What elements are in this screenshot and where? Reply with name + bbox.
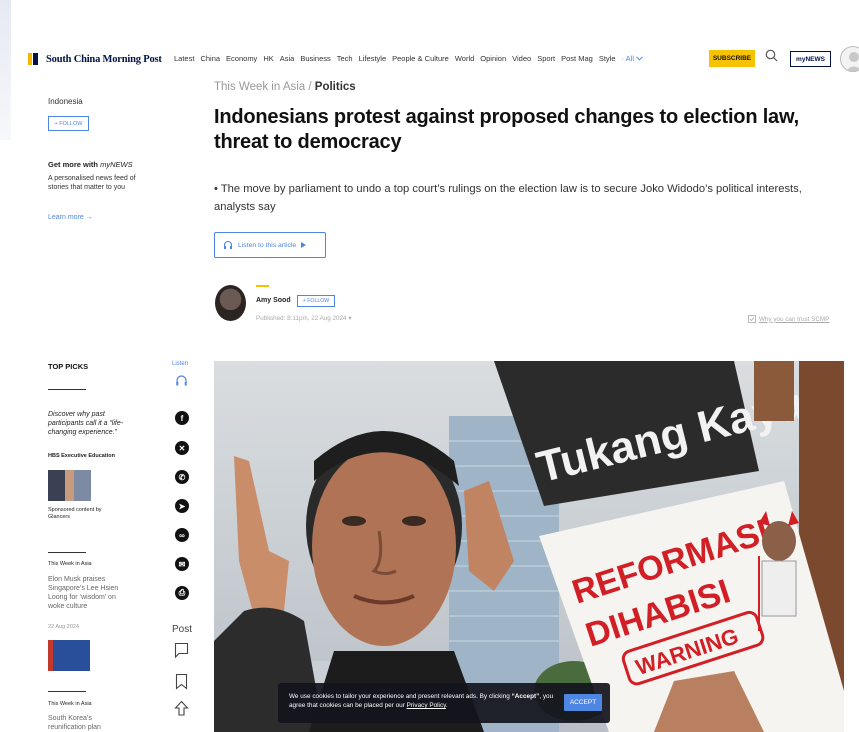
divider bbox=[48, 552, 86, 553]
mynews-promo-text: A personalised news feed of stories that… bbox=[48, 175, 136, 191]
published-text: Published: 8:11pm, 22 Aug 2024 bbox=[256, 315, 347, 322]
author-avatar[interactable] bbox=[215, 285, 246, 321]
nav-item[interactable]: Lifestyle bbox=[359, 54, 387, 63]
print-icon[interactable]: ⎙ bbox=[175, 586, 189, 600]
story-thumbnail[interactable] bbox=[48, 640, 90, 671]
nav-item[interactable]: Video bbox=[512, 54, 531, 63]
story-date: 22 Aug 2024 bbox=[48, 624, 79, 630]
listen-label: Listen to this article bbox=[238, 241, 297, 249]
follow-topic-button[interactable]: + FOLLOW bbox=[48, 116, 89, 131]
user-icon bbox=[845, 52, 859, 71]
nav-item[interactable]: Business bbox=[300, 54, 330, 63]
published-date: Published: 8:11pm, 22 Aug 2024 ▾ bbox=[256, 315, 351, 322]
sponsored-by: Glancers bbox=[48, 514, 71, 520]
trust-link-text: Why you can trust SCMP bbox=[759, 315, 830, 323]
promo-title-brand: myNEWS bbox=[100, 160, 133, 169]
cookie-accept-button[interactable]: ACCEPT bbox=[564, 694, 602, 711]
sponsored-label-text: Sponsored content by bbox=[48, 507, 102, 513]
nav-item[interactable]: Post Mag bbox=[561, 54, 593, 63]
chevron-down-icon bbox=[636, 56, 643, 61]
share-icon[interactable] bbox=[174, 700, 189, 717]
comment-icon[interactable] bbox=[174, 642, 189, 659]
sponsored-label: Sponsored content by Glancers bbox=[48, 507, 148, 521]
email-icon[interactable]: ✉ bbox=[175, 557, 189, 571]
cookie-text: We use cookies to tailor your experience… bbox=[289, 692, 557, 710]
mynews-button[interactable]: myNEWS bbox=[790, 51, 831, 67]
bookmark-icon[interactable] bbox=[174, 673, 189, 690]
sponsored-promo-text[interactable]: Discover why past participants call it a… bbox=[48, 410, 126, 437]
privacy-policy-link[interactable]: Privacy Policy bbox=[407, 702, 446, 709]
breadcrumb-section[interactable]: This Week in Asia bbox=[214, 81, 305, 93]
author-name[interactable]: Amy Sood bbox=[256, 297, 291, 304]
listen-side-label[interactable]: Listen bbox=[172, 361, 188, 367]
trust-link[interactable]: Why you can trust SCMP bbox=[748, 315, 829, 323]
user-account-button[interactable] bbox=[840, 46, 859, 72]
x-icon[interactable]: ✕ bbox=[175, 441, 189, 455]
nav-all-label: All bbox=[625, 54, 635, 63]
promo-title-prefix: Get more with bbox=[48, 160, 101, 169]
nav-item[interactable]: World bbox=[455, 54, 474, 63]
headphones-icon[interactable] bbox=[174, 372, 189, 389]
nav-item[interactable]: Asia bbox=[280, 54, 295, 63]
nav-item[interactable]: China bbox=[200, 54, 220, 63]
bullet-icon: • bbox=[214, 183, 221, 195]
nav-item[interactable]: Style bbox=[599, 54, 616, 63]
article-hero-image[interactable]: Tukang Kayu REFORMASI DIHABISI WARNING bbox=[214, 361, 844, 732]
author-accent-bar bbox=[256, 285, 269, 287]
cookie-text-1: We use cookies to tailor your experience… bbox=[289, 693, 512, 700]
divider bbox=[48, 691, 86, 692]
topic-name[interactable]: Indonesia bbox=[48, 97, 148, 106]
nav-item[interactable]: Latest bbox=[174, 54, 194, 63]
site-header: South China Morning Post Latest China Ec… bbox=[0, 44, 859, 76]
sponsor-name: HBS Executive Education bbox=[48, 453, 115, 459]
telegram-icon[interactable]: ➤ bbox=[175, 499, 189, 513]
nav-all-menu[interactable]: · All bbox=[622, 54, 644, 63]
nav-item[interactable]: Sport bbox=[537, 54, 555, 63]
protest-photo: Tukang Kayu REFORMASI DIHABISI WARNING bbox=[214, 361, 844, 732]
main-nav: Latest China Economy HK Asia Business Te… bbox=[174, 54, 643, 63]
article-headline: Indonesians protest against proposed cha… bbox=[214, 106, 799, 153]
cookie-text-end: . bbox=[445, 702, 448, 709]
shield-icon bbox=[748, 315, 756, 323]
subscribe-button[interactable]: SUBSCRIBE bbox=[709, 50, 755, 67]
nav-item[interactable]: HK bbox=[263, 54, 273, 63]
nav-item[interactable]: People & Culture bbox=[392, 54, 449, 63]
whatsapp-icon[interactable]: ✆ bbox=[175, 470, 189, 484]
breadcrumb-topic[interactable]: Politics bbox=[315, 81, 356, 93]
divider bbox=[48, 389, 86, 390]
mynews-promo-title: Get more with myNEWS bbox=[48, 160, 148, 169]
chevron-down-icon[interactable]: ▾ bbox=[348, 315, 351, 322]
link-icon[interactable]: ∞ bbox=[175, 528, 189, 542]
play-icon bbox=[301, 242, 307, 248]
breadcrumb-separator: / bbox=[305, 81, 315, 93]
nav-item[interactable]: Tech bbox=[337, 54, 353, 63]
search-button[interactable] bbox=[765, 49, 779, 67]
nav-dot-icon: · bbox=[621, 54, 625, 63]
headphones-icon bbox=[223, 240, 233, 249]
listen-to-article-button[interactable]: Listen to this article bbox=[214, 232, 326, 258]
search-icon bbox=[765, 49, 778, 62]
logo-mark-icon bbox=[28, 53, 38, 65]
site-logo[interactable]: South China Morning Post bbox=[28, 53, 162, 65]
article-summary: • The move by parliament to undo a top c… bbox=[214, 180, 844, 216]
breadcrumb: This Week in Asia / Politics bbox=[214, 81, 356, 93]
post-comments-label[interactable]: Post bbox=[172, 624, 192, 635]
story-section[interactable]: This Week in Asia bbox=[48, 561, 148, 567]
article-summary-text: The move by parliament to undo a top cou… bbox=[214, 183, 802, 213]
top-picks-title: TOP PICKS bbox=[48, 362, 89, 371]
cookie-text-accept: “Accept” bbox=[511, 693, 540, 700]
follow-author-button[interactable]: + FOLLOW bbox=[297, 295, 335, 307]
nav-item[interactable]: Economy bbox=[226, 54, 257, 63]
nav-item[interactable]: Opinion bbox=[480, 54, 506, 63]
logo-text: South China Morning Post bbox=[46, 53, 162, 65]
facebook-icon[interactable]: f bbox=[175, 411, 189, 425]
story-title[interactable]: Elon Musk praises Singapore’s Lee Hsien … bbox=[48, 575, 130, 611]
sponsored-thumbnail[interactable] bbox=[48, 470, 91, 501]
learn-more-link[interactable]: Learn more → bbox=[48, 214, 148, 221]
story-title[interactable]: South Korea’s reunification plan bbox=[48, 714, 130, 732]
story-section[interactable]: This Week in Asia bbox=[48, 701, 148, 707]
cookie-banner: We use cookies to tailor your experience… bbox=[278, 683, 610, 723]
